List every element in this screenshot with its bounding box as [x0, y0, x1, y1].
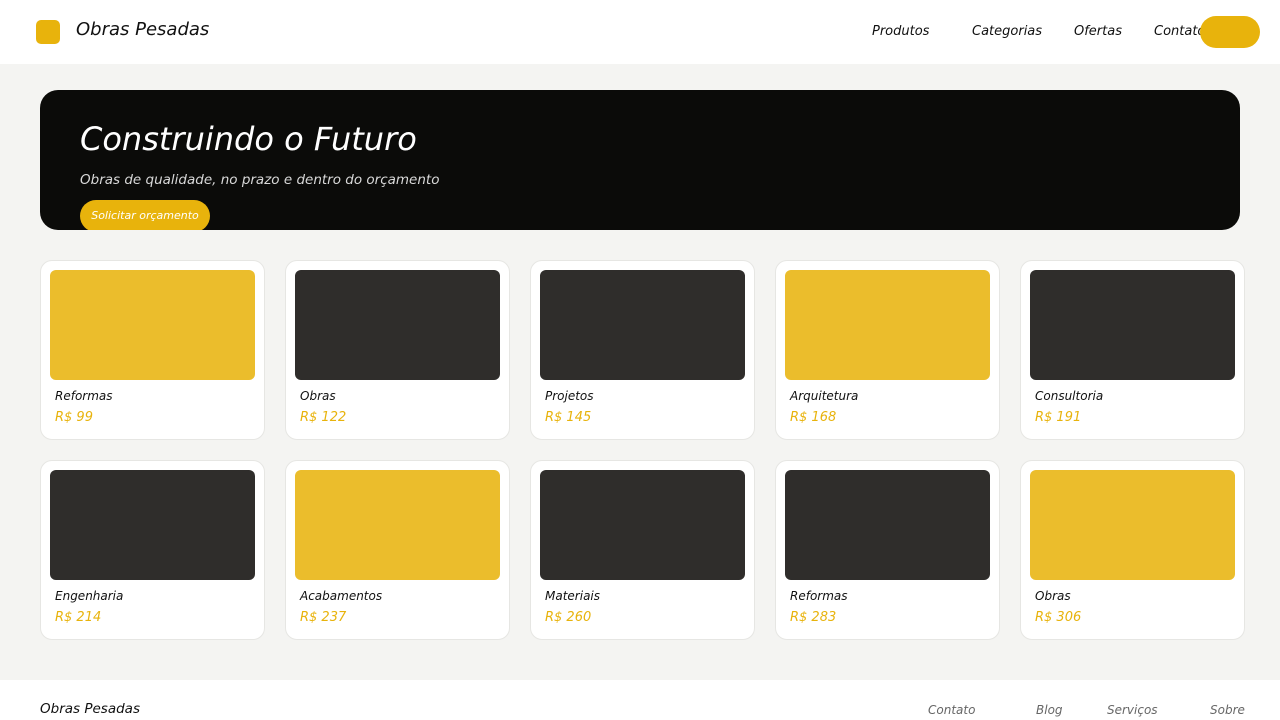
product-card[interactable]: Projetos R$ 145 [530, 260, 755, 440]
product-price: R$ 214 [55, 610, 102, 625]
product-image [785, 470, 990, 580]
product-name: Reformas [55, 389, 113, 403]
product-card[interactable]: Materiais R$ 260 [530, 460, 755, 640]
hero-subtitle: Obras de qualidade, no prazo e dentro do… [80, 172, 440, 188]
product-price: R$ 191 [1035, 410, 1082, 425]
header-cta-button[interactable] [1200, 16, 1260, 48]
product-grid: Reformas R$ 99 Obras R$ 122 Projetos R$ … [40, 260, 1245, 640]
product-name: Obras [1035, 589, 1071, 603]
footer-link-servicos[interactable]: Serviços [1107, 703, 1158, 717]
nav-link-categorias[interactable]: Categorias [972, 24, 1042, 39]
product-name: Materiais [545, 589, 601, 603]
product-price: R$ 283 [790, 610, 837, 625]
product-price: R$ 99 [55, 410, 93, 425]
nav-link-contato[interactable]: Contato [1154, 24, 1205, 39]
product-card[interactable]: Obras R$ 306 [1020, 460, 1245, 640]
hero-banner: Construindo o Futuro Obras de qualidade,… [40, 90, 1240, 230]
product-name: Reformas [790, 589, 848, 603]
product-image [540, 470, 745, 580]
product-image [295, 270, 500, 380]
logo-icon[interactable] [36, 20, 60, 44]
footer-link-contato[interactable]: Contato [928, 703, 975, 717]
product-name: Arquitetura [790, 389, 859, 403]
product-image [1030, 470, 1235, 580]
product-image [540, 270, 745, 380]
product-image [295, 470, 500, 580]
footer-link-sobre[interactable]: Sobre [1210, 703, 1245, 717]
product-price: R$ 122 [300, 410, 347, 425]
product-price: R$ 168 [790, 410, 837, 425]
product-card[interactable]: Acabamentos R$ 237 [285, 460, 510, 640]
product-price: R$ 237 [300, 610, 347, 625]
hero-title: Construindo o Futuro [80, 120, 417, 158]
product-image [50, 470, 255, 580]
product-price: R$ 145 [545, 410, 592, 425]
product-price: R$ 306 [1035, 610, 1082, 625]
nav-link-ofertas[interactable]: Ofertas [1074, 24, 1122, 39]
product-card[interactable]: Reformas R$ 99 [40, 260, 265, 440]
site-header: Obras Pesadas Produtos Categorias Oferta… [0, 0, 1280, 64]
site-footer: Obras Pesadas Contato Blog Serviços Sobr… [0, 680, 1280, 720]
footer-brand: Obras Pesadas [40, 701, 140, 717]
product-image [1030, 270, 1235, 380]
footer-link-blog[interactable]: Blog [1036, 703, 1063, 717]
product-card[interactable]: Obras R$ 122 [285, 260, 510, 440]
product-name: Projetos [545, 389, 594, 403]
product-card[interactable]: Arquitetura R$ 168 [775, 260, 1000, 440]
product-card[interactable]: Reformas R$ 283 [775, 460, 1000, 640]
product-card[interactable]: Engenharia R$ 214 [40, 460, 265, 640]
product-image [50, 270, 255, 380]
product-card[interactable]: Consultoria R$ 191 [1020, 260, 1245, 440]
nav-link-produtos[interactable]: Produtos [872, 24, 929, 39]
brand-name[interactable]: Obras Pesadas [76, 19, 209, 40]
product-name: Acabamentos [300, 589, 383, 603]
request-quote-button[interactable]: Solicitar orçamento [80, 200, 210, 230]
product-name: Obras [300, 389, 336, 403]
product-name: Consultoria [1035, 389, 1104, 403]
product-price: R$ 260 [545, 610, 592, 625]
product-name: Engenharia [55, 589, 124, 603]
product-image [785, 270, 990, 380]
